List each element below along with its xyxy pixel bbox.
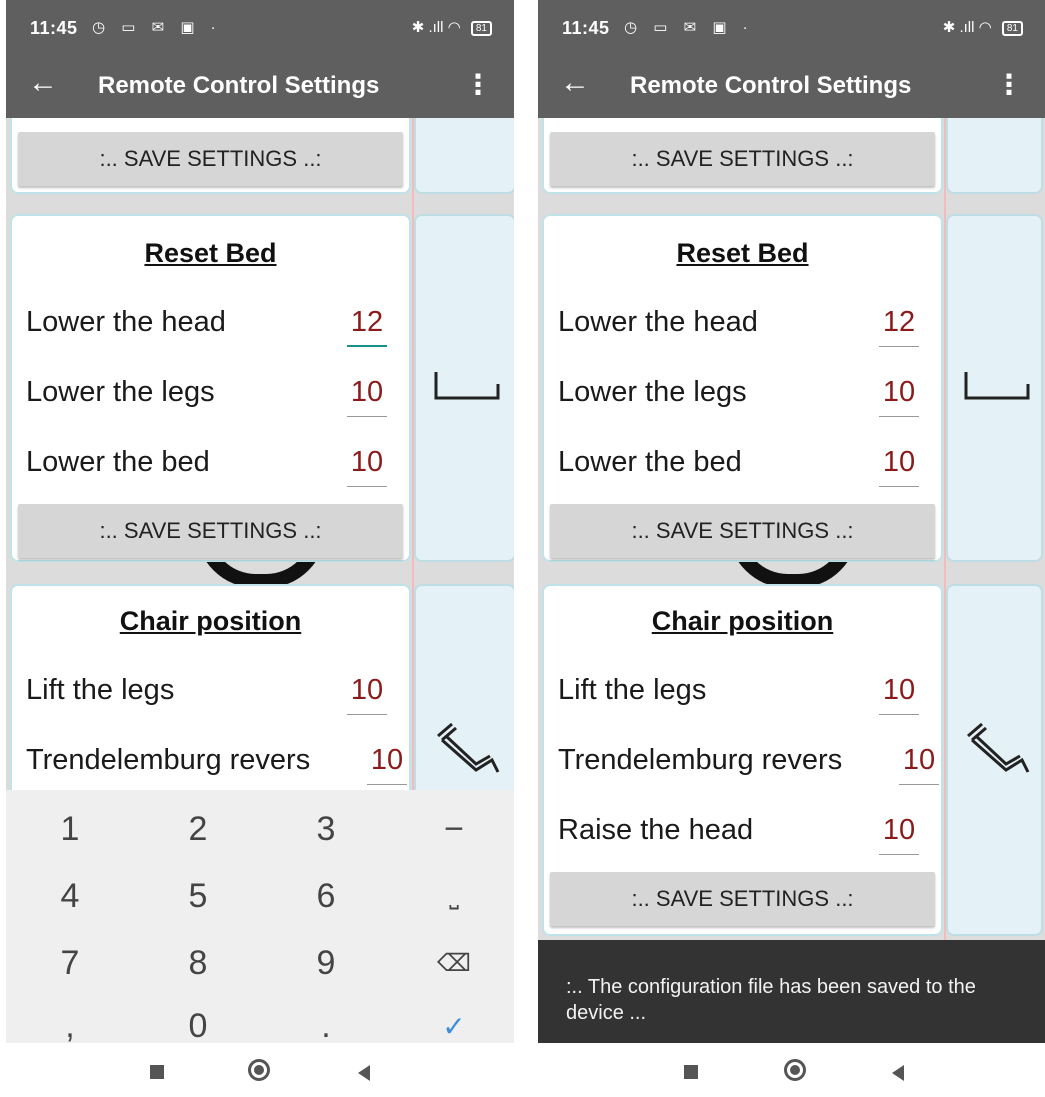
key-3[interactable]: 3: [262, 796, 390, 863]
row-label: Lift the legs: [558, 674, 707, 706]
key-2[interactable]: 2: [134, 796, 262, 863]
settings-card-previous: :.. SAVE SETTINGS ..:: [542, 118, 943, 194]
card-title: Chair position: [119, 606, 302, 636]
status-time: 11:45: [562, 18, 610, 38]
saved-snackbar: :.. The configuration file has been save…: [538, 940, 1045, 1058]
raise-head-input[interactable]: 10: [879, 814, 919, 855]
row-label: Lift the legs: [26, 674, 175, 706]
screen-keyboard-open: 11:45 ◷ ▭ ✉ ▣ · ✱ .ıll ◠ 81 ← Remote Con…: [0, 0, 520, 1097]
key-8[interactable]: 8: [134, 930, 262, 997]
app-bar: ← Remote Control Settings ⋮: [538, 54, 1045, 118]
bluetooth-signal-wifi-icon: ✱ .ıll ◠: [411, 19, 461, 36]
status-bar: 11:45 ◷ ▭ ✉ ▣ · ✱ .ıll ◠ 81: [538, 0, 1045, 54]
settings-card-previous: :.. SAVE SETTINGS ..:: [10, 118, 411, 194]
status-time: 11:45: [30, 18, 78, 38]
snackbar-message: :.. The configuration file has been save…: [566, 976, 976, 1024]
lower-head-input[interactable]: 12: [879, 306, 919, 347]
chair-position-card: Chair position Lift the legs 10 Trendele…: [542, 584, 943, 936]
status-system-icons: ✱ .ıll ◠ 81: [412, 18, 492, 36]
lower-legs-input[interactable]: 10: [347, 376, 387, 417]
lower-head-input[interactable]: 12: [347, 306, 387, 347]
app-bar: ← Remote Control Settings ⋮: [6, 54, 514, 118]
back-arrow-icon[interactable]: ←: [560, 66, 590, 100]
lift-legs-input[interactable]: 10: [347, 674, 387, 715]
lift-legs-input[interactable]: 10: [879, 674, 919, 715]
status-bar: 11:45 ◷ ▭ ✉ ▣ · ✱ .ıll ◠ 81: [6, 0, 514, 54]
recents-square-icon[interactable]: [684, 1065, 698, 1079]
status-notification-icons: ◷ ▭ ✉ ▣ ·: [92, 19, 222, 36]
page-title: Remote Control Settings: [98, 72, 380, 99]
back-triangle-icon[interactable]: [358, 1065, 370, 1081]
trendelemburg-input[interactable]: 10: [899, 744, 939, 785]
key-backspace-icon[interactable]: ⌫: [390, 930, 518, 997]
lower-bed-input[interactable]: 10: [879, 446, 919, 487]
chair-bed-icon: [967, 722, 1030, 773]
status-notification-icons: ◷ ▭ ✉ ▣ ·: [624, 19, 754, 36]
page-title: Remote Control Settings: [630, 72, 912, 99]
flat-bed-icon: [434, 372, 500, 400]
reset-bed-side-panel[interactable]: [414, 214, 514, 562]
row-label: Lower the legs: [558, 376, 747, 408]
save-settings-button[interactable]: :.. SAVE SETTINGS ..:: [18, 504, 403, 558]
back-triangle-icon[interactable]: [892, 1065, 904, 1081]
flat-bed-icon: [964, 372, 1030, 400]
key-6[interactable]: 6: [262, 863, 390, 930]
battery-icon: 81: [470, 21, 492, 36]
row-label: Trendelemburg revers: [558, 744, 843, 776]
system-nav-bar: [0, 1043, 520, 1097]
bluetooth-signal-wifi-icon: ✱ .ıll ◠: [942, 19, 992, 36]
lower-bed-input[interactable]: 10: [347, 446, 387, 487]
screens: 11:45 ◷ ▭ ✉ ▣ · ✱ .ıll ◠ 81 ← Remote Con…: [0, 0, 1045, 1097]
chair-position-side-panel[interactable]: [946, 584, 1043, 936]
key-7[interactable]: 7: [6, 930, 134, 997]
trendelemburg-input[interactable]: 10: [367, 744, 407, 785]
key-space-icon[interactable]: ⎵: [390, 863, 518, 930]
row-label: Lower the bed: [558, 446, 742, 478]
key-5[interactable]: 5: [134, 863, 262, 930]
status-system-icons: ✱ .ıll ◠ 81: [943, 18, 1023, 36]
home-circle-icon[interactable]: [784, 1059, 806, 1081]
save-settings-button[interactable]: :.. SAVE SETTINGS ..:: [550, 132, 935, 186]
chair-bed-icon: [437, 722, 500, 773]
card-title: Chair position: [651, 606, 834, 636]
reset-bed-card: Reset Bed Lower the head 12 Lower the le…: [542, 214, 943, 562]
battery-icon: 81: [1001, 21, 1023, 36]
system-nav-bar: [538, 1043, 1045, 1097]
overflow-menu-icon[interactable]: ⋮: [464, 68, 492, 101]
previous-side-panel: [946, 118, 1043, 194]
reset-bed-card: Reset Bed Lower the head 12 Lower the le…: [10, 214, 411, 562]
overflow-menu-icon[interactable]: ⋮: [995, 68, 1023, 101]
back-arrow-icon[interactable]: ←: [28, 66, 58, 100]
screen-saved-snackbar: 11:45 ◷ ▭ ✉ ▣ · ✱ .ıll ◠ 81 ← Remote Con…: [538, 0, 1045, 1097]
row-label: Raise the head: [558, 814, 754, 846]
row-label: Lower the bed: [26, 446, 210, 478]
previous-side-panel: [414, 118, 514, 194]
row-label: Lower the head: [558, 306, 758, 338]
row-label: Lower the legs: [26, 376, 215, 408]
save-settings-button[interactable]: :.. SAVE SETTINGS ..:: [550, 872, 935, 926]
card-title: Reset Bed: [676, 238, 809, 268]
home-circle-icon[interactable]: [248, 1059, 270, 1081]
key-9[interactable]: 9: [262, 930, 390, 997]
save-settings-button[interactable]: :.. SAVE SETTINGS ..:: [550, 504, 935, 558]
save-settings-button[interactable]: :.. SAVE SETTINGS ..:: [18, 132, 403, 186]
row-label: Lower the head: [26, 306, 226, 338]
numeric-keyboard: 1 2 3 − 4 5 6 ⎵ 7 8 9 ⌫ , 0 . ✓: [6, 790, 514, 1058]
settings-scroll-area[interactable]: :.. SAVE SETTINGS ..: Reset Bed Lower th…: [538, 118, 1045, 1043]
key-1[interactable]: 1: [6, 796, 134, 863]
card-title: Reset Bed: [144, 238, 277, 268]
lower-legs-input[interactable]: 10: [879, 376, 919, 417]
key-4[interactable]: 4: [6, 863, 134, 930]
recents-square-icon[interactable]: [150, 1065, 164, 1079]
key-minus[interactable]: −: [390, 796, 518, 863]
reset-bed-side-panel[interactable]: [946, 214, 1043, 562]
row-label: Trendelemburg revers: [26, 744, 311, 776]
